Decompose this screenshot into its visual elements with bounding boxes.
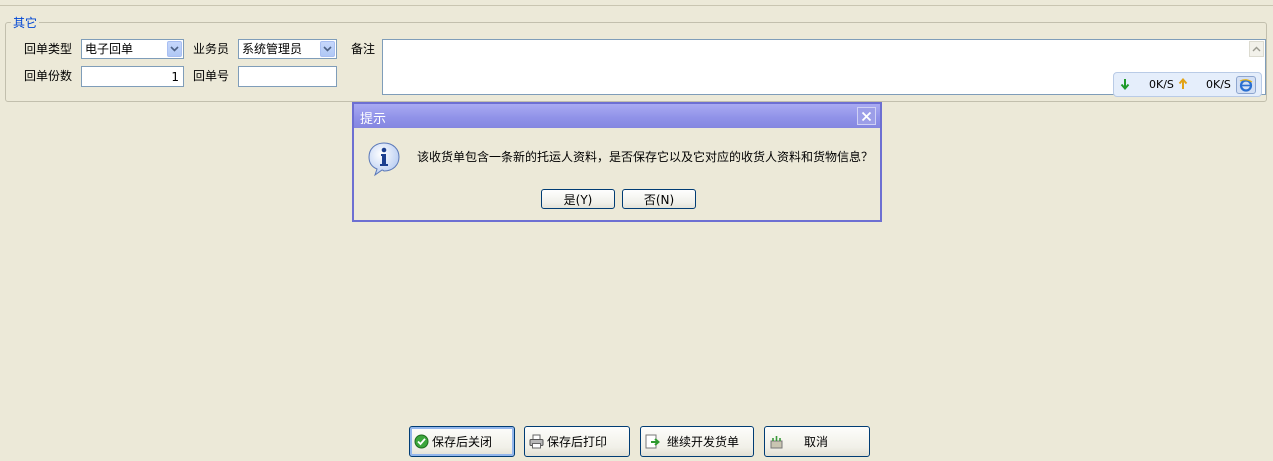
cancel-label: 取消 [804,435,829,449]
dialog-titlebar[interactable]: 提示 [354,104,880,128]
check-icon [414,434,429,449]
remark-label: 备注 [351,42,376,56]
yes-button[interactable]: 是(Y) [541,189,615,209]
receipt-type-value: 电子回单 [85,42,134,56]
save-print-button[interactable]: 保存后打印 [524,426,630,457]
upload-speed: 0K/S [1206,78,1231,91]
save-close-button[interactable]: 保存后关闭 [409,426,515,457]
scroll-up-icon[interactable] [1249,41,1264,57]
save-close-label: 保存后关闭 [432,435,493,449]
info-icon [368,142,400,177]
no-button[interactable]: 否(N) [622,189,696,209]
chevron-down-icon[interactable] [167,41,182,57]
salesman-value: 系统管理员 [242,42,303,56]
arrow-down-icon [1120,79,1130,90]
close-icon[interactable] [857,107,876,125]
receipt-type-label: 回单类型 [24,42,73,56]
dialog-title: 提示 [360,112,387,127]
salesman-label: 业务员 [193,42,230,56]
receipt-copies-value: 1 [171,70,179,84]
continue-label: 继续开发货单 [667,435,740,449]
group-title: 其它 [11,14,40,31]
continue-button[interactable]: 继续开发货单 [640,426,754,457]
salesman-select[interactable]: 系统管理员 [238,39,337,59]
cancel-button[interactable]: 取消 [764,426,870,457]
arrow-up-icon [1178,78,1188,89]
save-print-label: 保存后打印 [547,435,608,449]
continue-icon [645,434,660,449]
receipt-copies-label: 回单份数 [24,69,73,83]
ie-icon[interactable] [1236,76,1256,94]
cancel-icon [770,436,783,449]
receipt-type-select[interactable]: 电子回单 [81,39,184,59]
confirm-dialog: 提示 该收货单包含一条新的托运人资料，是否保存它以及它对应的收货人资料和货物信息… [352,102,882,222]
chevron-down-icon[interactable] [320,41,335,57]
receipt-no-input[interactable] [238,66,337,87]
download-speed: 0K/S [1149,78,1174,91]
top-divider [0,5,1273,6]
receipt-no-label: 回单号 [193,69,230,83]
dialog-message: 该收货单包含一条新的托运人资料，是否保存它以及它对应的收货人资料和货物信息？ [417,150,874,164]
network-speed-bar: 0K/S 0K/S [1113,72,1262,97]
receipt-copies-input[interactable]: 1 [81,66,184,87]
printer-icon [529,434,544,449]
